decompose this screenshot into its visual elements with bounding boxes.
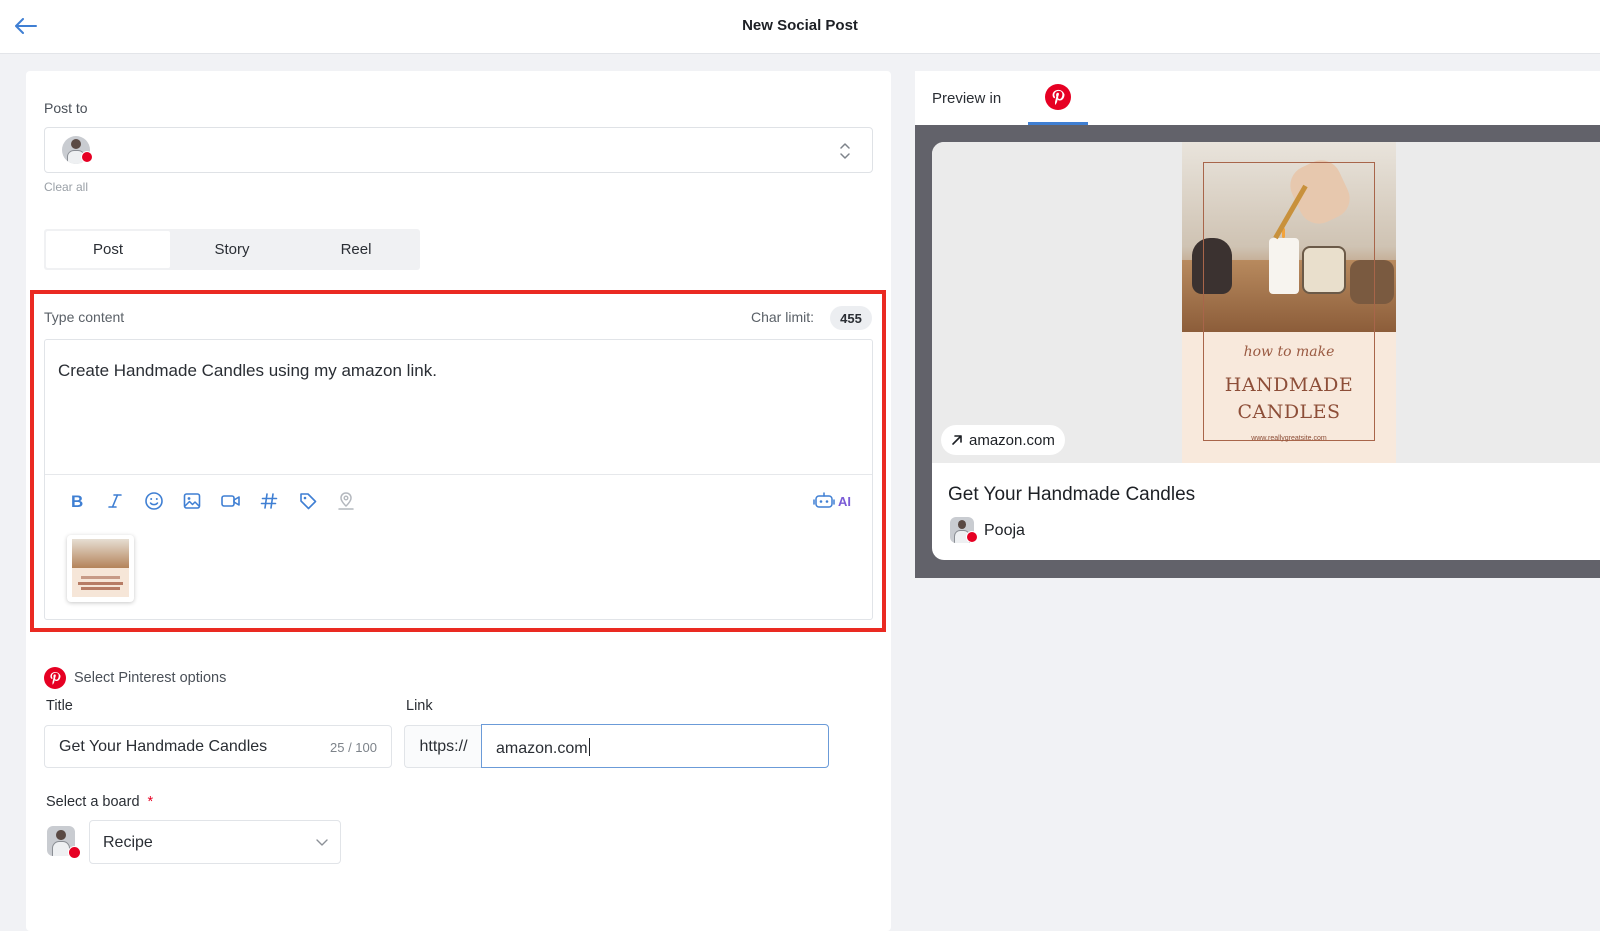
board-select[interactable]: Recipe [89, 820, 341, 864]
pin-title: Get Your Handmade Candles [948, 484, 1196, 505]
image-icon [183, 493, 201, 509]
tag-icon [300, 493, 317, 510]
bold-icon: B [71, 492, 83, 510]
title-input[interactable]: Get Your Handmade Candles 25 / 100 [44, 725, 392, 768]
board-field-label: Select a board * [46, 794, 153, 810]
pinterest-options-label: Select Pinterest options [74, 670, 227, 686]
editor-divider [45, 474, 872, 475]
pin-author-name: Pooja [984, 522, 1025, 539]
poster-title-line1: HANDMADE [1224, 374, 1354, 396]
link-protocol-prefix: https:// [404, 725, 482, 768]
chevron-up-down-icon [840, 143, 850, 159]
board-select-value: Recipe [103, 834, 153, 851]
link-input-value: amazon.com [496, 740, 588, 757]
chevron-down-icon [316, 839, 328, 846]
location-button[interactable] [333, 488, 359, 514]
board-label-text: Select a board [46, 794, 140, 810]
preview-tab-pinterest[interactable] [1028, 71, 1088, 125]
poster-script-text: how to make [1243, 344, 1335, 360]
link-field-label: Link [406, 698, 433, 714]
type-content-label: Type content [44, 309, 125, 325]
content-text[interactable]: Create Handmade Candles using my amazon … [58, 361, 437, 381]
bold-button[interactable]: B [64, 488, 90, 514]
arrow-up-right-icon [952, 435, 962, 445]
ai-robot-icon [813, 492, 835, 508]
clear-all-link[interactable]: Clear all [44, 180, 88, 194]
title-field-label: Title [46, 698, 73, 714]
char-limit-count: 455 [830, 306, 872, 330]
image-button[interactable] [179, 488, 205, 514]
emoji-icon [145, 492, 163, 510]
tag-button[interactable] [295, 488, 321, 514]
preview-header: Preview in [915, 71, 1600, 125]
svg-text:B: B [71, 492, 83, 510]
hashtag-button[interactable] [256, 488, 282, 514]
italic-icon [108, 494, 122, 508]
tab-reel[interactable]: Reel [294, 231, 418, 268]
pin-media: how to make HANDMADE CANDLES www.reallyg… [932, 142, 1600, 463]
pinterest-logo-icon [1045, 83, 1071, 110]
required-marker: * [147, 794, 154, 810]
page-title: New Social Post [742, 17, 858, 34]
poster-title-line2: CANDLES [1237, 401, 1341, 423]
title-input-value: Get Your Handmade Candles [59, 738, 268, 755]
char-limit-label: Char limit: [751, 309, 815, 325]
post-to-select[interactable] [44, 127, 873, 173]
link-input[interactable]: amazon.com [481, 724, 829, 768]
ai-label: AI [838, 493, 851, 509]
pin-domain-text: amazon.com [969, 431, 1055, 449]
pinterest-badge-icon [81, 151, 93, 163]
post-type-tabs: Post Story Reel [44, 229, 420, 270]
video-button[interactable] [218, 488, 244, 514]
text-caret [588, 738, 590, 756]
pin-preview-card: how to make HANDMADE CANDLES www.reallyg… [932, 142, 1600, 560]
pin-image: how to make HANDMADE CANDLES www.reallyg… [1182, 142, 1396, 463]
attached-image-thumbnail[interactable] [67, 535, 134, 602]
pinterest-badge-icon [68, 846, 81, 859]
title-char-count: 25 / 100 [330, 740, 377, 755]
ai-assistant-button[interactable]: AI [813, 488, 859, 514]
video-icon [221, 495, 240, 507]
poster-frame [1203, 162, 1375, 441]
tab-post[interactable]: Post [46, 231, 170, 268]
pinterest-badge-icon [966, 531, 978, 543]
emoji-button[interactable] [141, 488, 167, 514]
content-editor[interactable]: Create Handmade Candles using my amazon … [44, 339, 873, 620]
top-bar: New Social Post [0, 0, 1600, 54]
hashtag-icon [260, 493, 278, 509]
pin-domain-link[interactable]: amazon.com [941, 425, 1065, 455]
post-to-label: Post to [44, 100, 88, 116]
preview-in-label: Preview in [932, 90, 1002, 107]
tab-story[interactable]: Story [170, 231, 294, 268]
italic-button[interactable] [102, 488, 128, 514]
poster-url-text: www.reallygreatsite.com [1251, 435, 1327, 442]
location-pin-icon [338, 492, 354, 510]
pinterest-logo-icon [44, 667, 66, 689]
